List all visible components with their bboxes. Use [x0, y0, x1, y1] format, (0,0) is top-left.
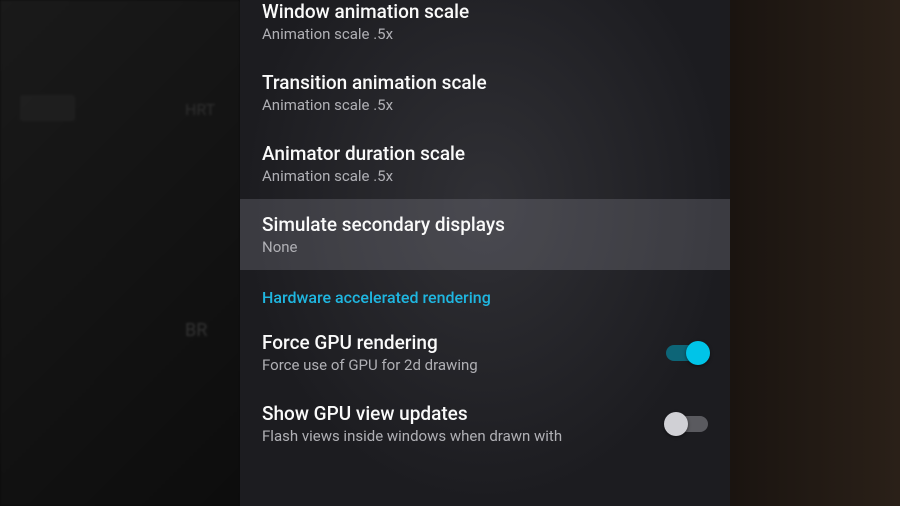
hrt-label-blur: HRT: [185, 100, 215, 119]
background-launcher: HRT BR: [0, 0, 240, 506]
setting-simulate-secondary-displays[interactable]: Simulate secondary displays None: [240, 199, 730, 270]
setting-title: Animator duration scale: [262, 142, 708, 165]
setting-force-gpu-rendering[interactable]: Force GPU rendering Force use of GPU for…: [240, 317, 730, 388]
setting-subtitle: Animation scale .5x: [262, 25, 708, 43]
setting-animator-duration-scale[interactable]: Animator duration scale Animation scale …: [240, 128, 730, 199]
toggle-show-gpu-view-updates[interactable]: [666, 416, 708, 432]
setting-subtitle: Flash views inside windows when drawn wi…: [262, 427, 654, 445]
setting-subtitle: Force use of GPU for 2d drawing: [262, 356, 654, 374]
setting-title: Simulate secondary displays: [262, 213, 708, 236]
section-header-hardware-rendering: Hardware accelerated rendering: [240, 270, 730, 317]
setting-subtitle: Animation scale .5x: [262, 96, 708, 114]
developer-options-panel: Window animation scale Animation scale .…: [240, 0, 730, 506]
setting-title: Transition animation scale: [262, 71, 708, 94]
setting-subtitle: Animation scale .5x: [262, 167, 708, 185]
setting-transition-animation-scale[interactable]: Transition animation scale Animation sca…: [240, 57, 730, 128]
setting-window-animation-scale[interactable]: Window animation scale Animation scale .…: [240, 0, 730, 57]
setting-title: Window animation scale: [262, 0, 708, 23]
setting-subtitle: None: [262, 238, 708, 256]
setting-show-gpu-view-updates[interactable]: Show GPU view updates Flash views inside…: [240, 388, 730, 459]
toggle-force-gpu-rendering[interactable]: [666, 345, 708, 361]
screen-bezel-right: [730, 0, 900, 506]
setting-text: Show GPU view updates Flash views inside…: [262, 402, 654, 445]
setting-text: Force GPU rendering Force use of GPU for…: [262, 331, 654, 374]
toggle-knob: [686, 341, 710, 365]
toggle-knob: [664, 412, 688, 436]
br-label-blur: BR: [185, 320, 207, 341]
section-header-text: Hardware accelerated rendering: [262, 288, 708, 307]
youtube-tile-blur: [20, 95, 75, 121]
setting-title: Show GPU view updates: [262, 402, 654, 425]
setting-title: Force GPU rendering: [262, 331, 654, 354]
